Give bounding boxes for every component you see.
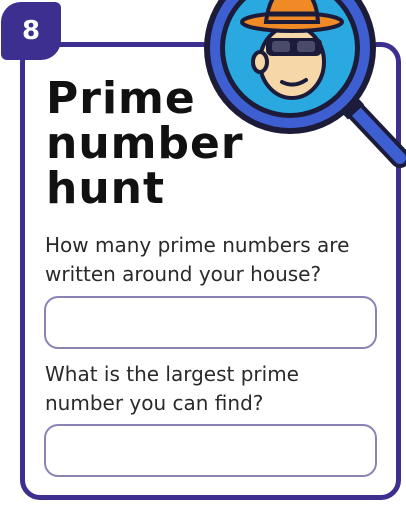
number-badge: 8 [1, 2, 61, 60]
largest-prime-answer-field[interactable] [44, 424, 377, 477]
question-prime-count: How many prime numbers are written aroun… [45, 233, 350, 286]
title-line-3: hunt [46, 163, 166, 214]
badge-number: 8 [21, 16, 41, 46]
detective-magnifying-glass-icon [204, 0, 406, 168]
prime-count-answer-field[interactable] [44, 296, 377, 349]
question-largest-prime: What is the largest prime number you can… [45, 362, 299, 415]
